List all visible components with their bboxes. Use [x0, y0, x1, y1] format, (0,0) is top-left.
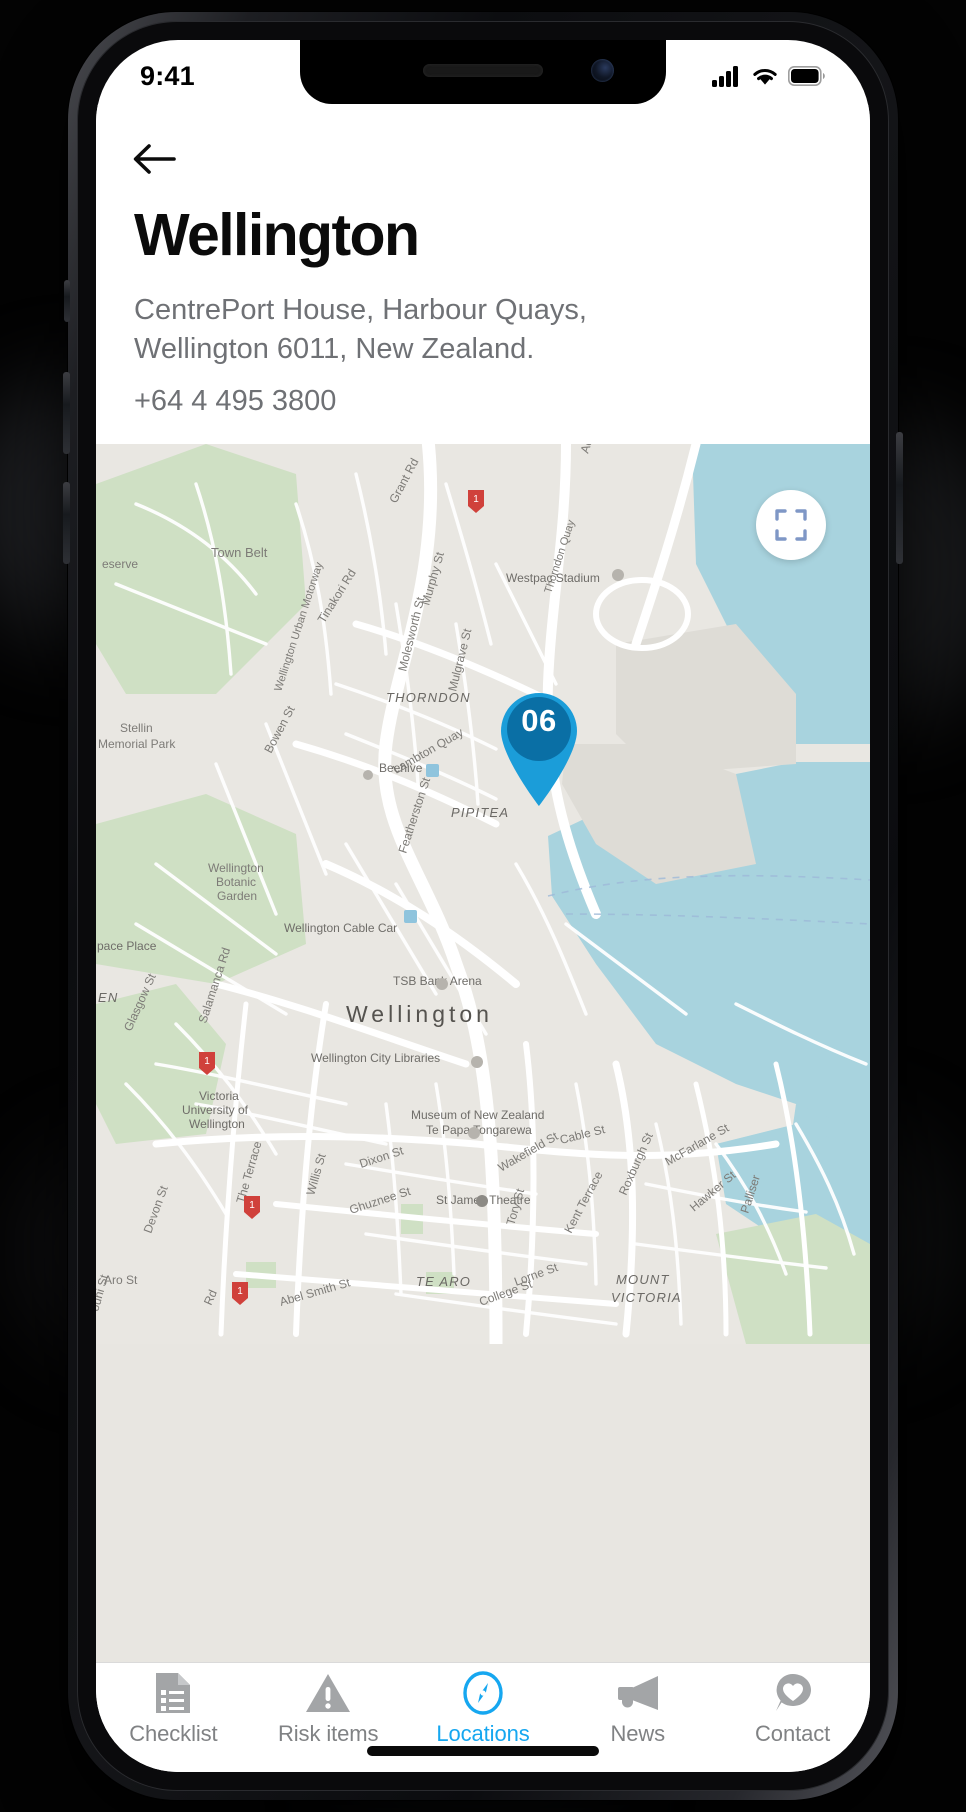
volume-down-button[interactable]	[63, 482, 70, 564]
wifi-icon	[753, 69, 777, 85]
tab-contact[interactable]: Contact	[715, 1671, 870, 1747]
screenshot-stage: 9:41 Wellington CentrePort House, Harbou…	[0, 0, 966, 1812]
svg-text:1: 1	[204, 1056, 210, 1067]
earpiece-speaker	[423, 64, 543, 77]
map-pin-icon	[501, 692, 577, 806]
megaphone-icon	[614, 1671, 662, 1715]
tab-risk-items[interactable]: Risk items	[251, 1671, 406, 1747]
map-label: pace Place	[97, 939, 157, 953]
map-label: University of	[182, 1103, 249, 1117]
map-label: Wellington Cable Car	[284, 921, 397, 935]
map-location-pin[interactable]: 06	[493, 685, 585, 807]
page-header: Wellington CentrePort House, Harbour Qua…	[96, 104, 870, 419]
map-label: Victoria	[199, 1089, 239, 1103]
location-address: CentrePort House, Harbour Quays, Welling…	[134, 291, 694, 369]
status-bar-time: 9:41	[140, 60, 195, 91]
page-title: Wellington	[134, 202, 420, 268]
svg-text:1: 1	[473, 494, 479, 505]
back-arrow-icon	[133, 144, 176, 174]
map-label: Garden	[217, 889, 257, 903]
tab-news[interactable]: News	[560, 1671, 715, 1747]
address-line-2: Wellington 6011, New Zealand.	[134, 333, 535, 366]
tab-label-risk-items: Risk items	[277, 1721, 379, 1746]
location-phone-number[interactable]: +64 4 495 3800	[134, 385, 834, 418]
map-label: TE ARO	[416, 1274, 471, 1289]
map-label: Wellington City Libraries	[311, 1051, 440, 1065]
battery-full-icon	[788, 66, 825, 86]
tab-label-contact: Contact	[755, 1721, 831, 1746]
silent-switch[interactable]	[64, 280, 70, 322]
map-label: VICTORIA	[611, 1290, 682, 1305]
device-notch	[300, 40, 666, 104]
compass-icon	[461, 1671, 505, 1715]
map-label: Beehive	[379, 761, 423, 775]
map-canvas: Town BelteserveStellinMemorial ParkGrant…	[96, 444, 870, 1344]
map-label: MOUNT	[616, 1272, 670, 1287]
map-label: Town Belt	[211, 545, 268, 560]
map-label: EN	[98, 990, 118, 1005]
fullscreen-expand-button[interactable]	[756, 490, 826, 560]
tab-label-checklist: Checklist	[129, 1721, 218, 1746]
map-label: Wellington	[346, 1001, 493, 1027]
map-label: Wellington	[189, 1117, 245, 1131]
tab-locations[interactable]: Locations	[406, 1671, 561, 1747]
warning-triangle-icon	[305, 1671, 351, 1715]
front-camera	[591, 59, 614, 82]
map-label: Memorial Park	[98, 737, 176, 751]
map-label: PIPITEA	[451, 805, 509, 820]
map-label: Stellin	[120, 721, 153, 735]
tab-checklist[interactable]: Checklist	[96, 1671, 251, 1747]
tab-label-locations: Locations	[436, 1721, 530, 1746]
checklist-document-icon	[154, 1671, 192, 1715]
cellular-signal-icon	[712, 66, 738, 87]
address-line-1: CentrePort House, Harbour Quays,	[134, 294, 587, 326]
back-button[interactable]	[132, 136, 184, 182]
map-label: Museum of New Zealand	[411, 1108, 544, 1122]
location-map[interactable]: Town Belt eserve Stellin Memorial Park Grant…	[96, 444, 870, 1662]
home-indicator[interactable]	[367, 1746, 599, 1756]
volume-up-button[interactable]	[63, 372, 70, 454]
status-bar-icons	[712, 65, 826, 87]
svg-text:1: 1	[249, 1200, 255, 1211]
map-label: Wellington	[208, 861, 264, 875]
heart-chat-bubble-icon	[772, 1671, 814, 1715]
fullscreen-expand-icon	[775, 509, 807, 541]
map-label: eserve	[102, 557, 138, 571]
map-label: Botanic	[216, 875, 256, 889]
tab-label-news: News	[610, 1721, 666, 1746]
map-label: Westpac Stadium	[506, 571, 600, 585]
svg-text:1: 1	[237, 1286, 243, 1297]
phone-device-frame: 9:41 Wellington CentrePort House, Harbou…	[63, 12, 903, 1800]
power-button[interactable]	[896, 432, 903, 564]
phone-screen: 9:41 Wellington CentrePort House, Harbou…	[96, 40, 870, 1772]
map-label: THORNDON	[386, 690, 471, 705]
